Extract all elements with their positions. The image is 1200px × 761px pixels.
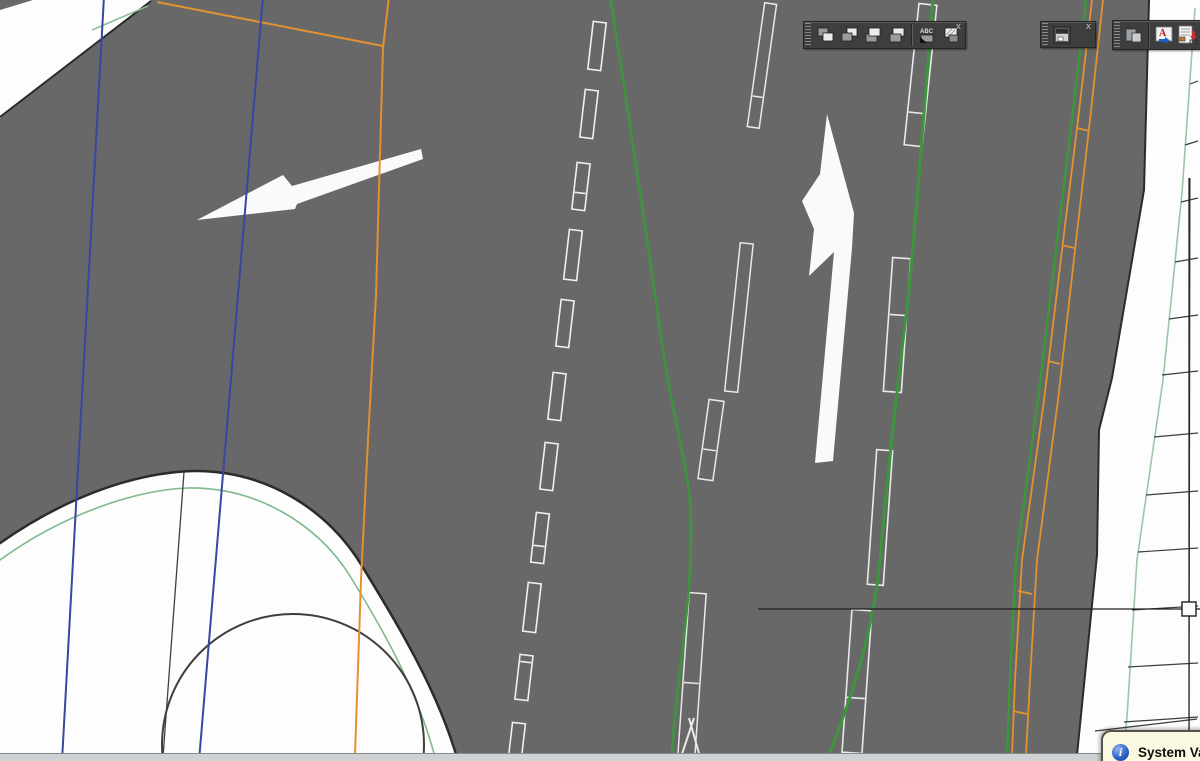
toolbar-grip[interactable]: [805, 23, 811, 47]
send-under-objects-icon: [889, 27, 905, 43]
drawing-canvas[interactable]: [0, 0, 1200, 761]
export-list-button[interactable]: [1177, 24, 1199, 46]
system-variable-tooltip: i System Vari: [1101, 730, 1200, 761]
purge-icon: [1125, 27, 1142, 43]
toolbar-grip[interactable]: [1042, 23, 1048, 46]
svg-text:ABC: ABC: [920, 29, 934, 35]
svg-text:A: A: [1159, 28, 1167, 39]
cad-viewport: ABC x x A i System V: [0, 0, 1200, 761]
pickbox: [1181, 601, 1197, 617]
toolbar-separator: [911, 24, 913, 46]
purge-button[interactable]: [1123, 24, 1145, 46]
tooltip-text: System Vari: [1138, 744, 1200, 760]
close-icon[interactable]: x: [953, 23, 964, 33]
info-icon: i: [1112, 743, 1129, 761]
markup-panel-button[interactable]: [1051, 24, 1073, 46]
send-under-objects-button[interactable]: [886, 24, 908, 46]
toolbar-separator: [1148, 23, 1150, 47]
export-list-icon: [1178, 25, 1198, 45]
bring-text-to-front-icon: ABC: [920, 29, 934, 43]
bring-text-to-front-button[interactable]: ABC: [916, 24, 938, 46]
bring-above-objects-button[interactable]: [862, 24, 884, 46]
bring-above-objects-icon: [865, 27, 881, 43]
text-style-button[interactable]: A: [1153, 24, 1175, 46]
send-to-back-icon: [841, 27, 858, 42]
markup-panel-icon: [1053, 26, 1071, 43]
close-icon[interactable]: x: [1083, 23, 1094, 33]
text-style-icon: A: [1155, 26, 1173, 44]
bottom-window-strip: [0, 753, 1200, 761]
toolbar-grip[interactable]: [1114, 22, 1120, 48]
send-to-back-button[interactable]: [838, 24, 860, 46]
toolbar-right[interactable]: A: [1112, 20, 1200, 50]
toolbar-mini[interactable]: x: [1040, 21, 1096, 48]
toolbar-draw-order[interactable]: ABC x: [803, 21, 966, 49]
bring-to-front-button[interactable]: [814, 24, 836, 46]
bring-to-front-icon: [817, 27, 834, 42]
